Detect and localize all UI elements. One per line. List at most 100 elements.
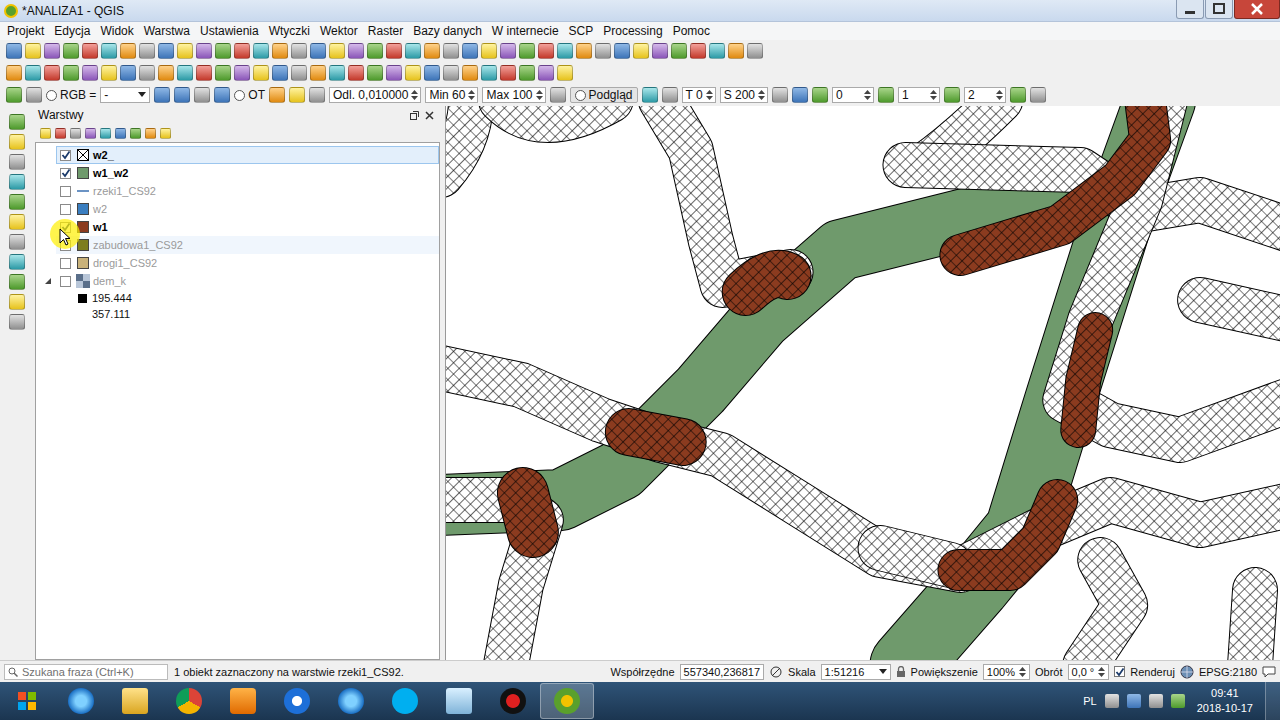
add-layer-icon[interactable] (9, 134, 25, 150)
tool-icon[interactable] (215, 65, 231, 81)
tool-icon[interactable] (614, 43, 630, 59)
panel-tool-icon[interactable] (40, 128, 51, 139)
tool-icon[interactable] (120, 43, 136, 59)
taskbar-app[interactable] (108, 683, 162, 719)
render-checkbox[interactable] (1114, 666, 1125, 677)
layer-row[interactable]: w1_w2 (56, 164, 439, 182)
tool-icon[interactable] (709, 43, 725, 59)
add-layer-icon[interactable] (9, 214, 25, 230)
layer-row[interactable]: zabudowa1_CS92 (56, 236, 439, 254)
globe-icon[interactable] (1180, 665, 1194, 679)
tool-icon[interactable] (101, 65, 117, 81)
tool-icon[interactable] (348, 65, 364, 81)
clock[interactable]: 09:412018-10-17 (1193, 686, 1257, 716)
add-layer-icon[interactable] (9, 254, 25, 270)
tool-icon[interactable] (158, 43, 174, 59)
layer-checkbox[interactable] (60, 204, 71, 215)
maximize-icon[interactable] (1205, 0, 1233, 19)
band-spin[interactable]: 2 (964, 87, 1006, 103)
tool-icon[interactable] (82, 43, 98, 59)
tool-icon[interactable] (1030, 87, 1046, 103)
tool-icon[interactable] (367, 65, 383, 81)
float-icon[interactable] (410, 111, 419, 120)
tray-icon[interactable] (1149, 694, 1163, 708)
locator-search[interactable]: Szukana fraza (Ctrl+K) (4, 664, 168, 680)
tool-icon[interactable] (289, 87, 305, 103)
tool-icon[interactable] (747, 43, 763, 59)
tool-icon[interactable] (386, 43, 402, 59)
tool-icon[interactable] (215, 43, 231, 59)
tool-icon[interactable] (194, 87, 210, 103)
start-button-icon[interactable] (0, 682, 54, 720)
tool-icon[interactable] (101, 43, 117, 59)
menu-item[interactable]: SCP (564, 22, 599, 40)
taskbar-app[interactable] (54, 683, 108, 719)
zoom-icon[interactable] (26, 87, 42, 103)
tool-icon[interactable] (557, 43, 573, 59)
tool-icon[interactable] (462, 65, 478, 81)
tool-icon[interactable] (196, 65, 212, 81)
tool-icon[interactable] (1010, 87, 1026, 103)
add-layer-icon[interactable] (9, 314, 25, 330)
tool-icon[interactable] (177, 65, 193, 81)
layer-row[interactable]: dem_k (56, 272, 439, 290)
band-icon[interactable] (878, 87, 894, 103)
taskbar-app[interactable] (540, 683, 594, 719)
tray-icon[interactable] (1127, 694, 1141, 708)
menu-item[interactable]: Wtyczki (264, 22, 315, 40)
tool-icon[interactable] (196, 43, 212, 59)
taskbar-app[interactable] (486, 683, 540, 719)
tool-icon[interactable] (481, 65, 497, 81)
panel-tool-icon[interactable] (85, 128, 96, 139)
tool-icon[interactable] (367, 43, 383, 59)
tool-icon[interactable] (253, 43, 269, 59)
radio-icon[interactable] (46, 90, 57, 101)
layer-row[interactable]: drogi1_CS92 (56, 254, 439, 272)
language-indicator[interactable]: PL (1083, 695, 1096, 707)
menu-item[interactable]: Widok (95, 22, 138, 40)
tool-icon[interactable] (633, 43, 649, 59)
tool-icon[interactable] (462, 43, 478, 59)
tool-icon[interactable] (25, 43, 41, 59)
map-canvas[interactable] (445, 106, 1280, 660)
menu-item[interactable]: Processing (598, 22, 667, 40)
menu-item[interactable]: Edycja (49, 22, 95, 40)
tool-icon[interactable] (44, 43, 60, 59)
minimize-icon[interactable] (1176, 0, 1204, 19)
tool-icon[interactable] (424, 43, 440, 59)
s-spin[interactable]: S 200 (720, 87, 768, 103)
add-layer-icon[interactable] (9, 174, 25, 190)
coords-field[interactable]: 557340,236817 (680, 664, 764, 680)
tool-icon[interactable] (139, 43, 155, 59)
tool-icon[interactable] (63, 65, 79, 81)
menu-item[interactable]: Raster (363, 22, 408, 40)
preview-button[interactable]: Podgląd (570, 87, 638, 103)
add-layer-icon[interactable] (9, 114, 25, 130)
tool-icon[interactable] (500, 65, 516, 81)
band-spin[interactable]: 1 (898, 87, 940, 103)
tray-icon[interactable] (1171, 694, 1185, 708)
menu-item[interactable]: W internecie (487, 22, 564, 40)
tool-icon[interactable] (443, 43, 459, 59)
layer-row[interactable]: w2_ (56, 146, 439, 164)
menu-item[interactable]: Warstwa (139, 22, 195, 40)
menu-item[interactable]: Projekt (2, 22, 49, 40)
band-icon[interactable] (944, 87, 960, 103)
map-drawing[interactable] (446, 106, 1280, 660)
expand-arrow-icon[interactable] (44, 277, 56, 285)
layer-checkbox[interactable] (60, 276, 71, 287)
taskbar-app[interactable] (162, 683, 216, 719)
tool-icon[interactable] (550, 87, 566, 103)
tool-icon[interactable] (405, 65, 421, 81)
tool-icon[interactable] (25, 65, 41, 81)
menu-item[interactable]: Ustawienia (195, 22, 264, 40)
tool-icon[interactable] (443, 65, 459, 81)
tool-icon[interactable] (158, 65, 174, 81)
tool-icon[interactable] (405, 43, 421, 59)
tool-icon[interactable] (44, 65, 60, 81)
taskbar-app[interactable] (378, 683, 432, 719)
tool-icon[interactable] (63, 43, 79, 59)
layer-row[interactable]: w1 (56, 218, 439, 236)
tool-icon[interactable] (329, 43, 345, 59)
tool-icon[interactable] (690, 43, 706, 59)
